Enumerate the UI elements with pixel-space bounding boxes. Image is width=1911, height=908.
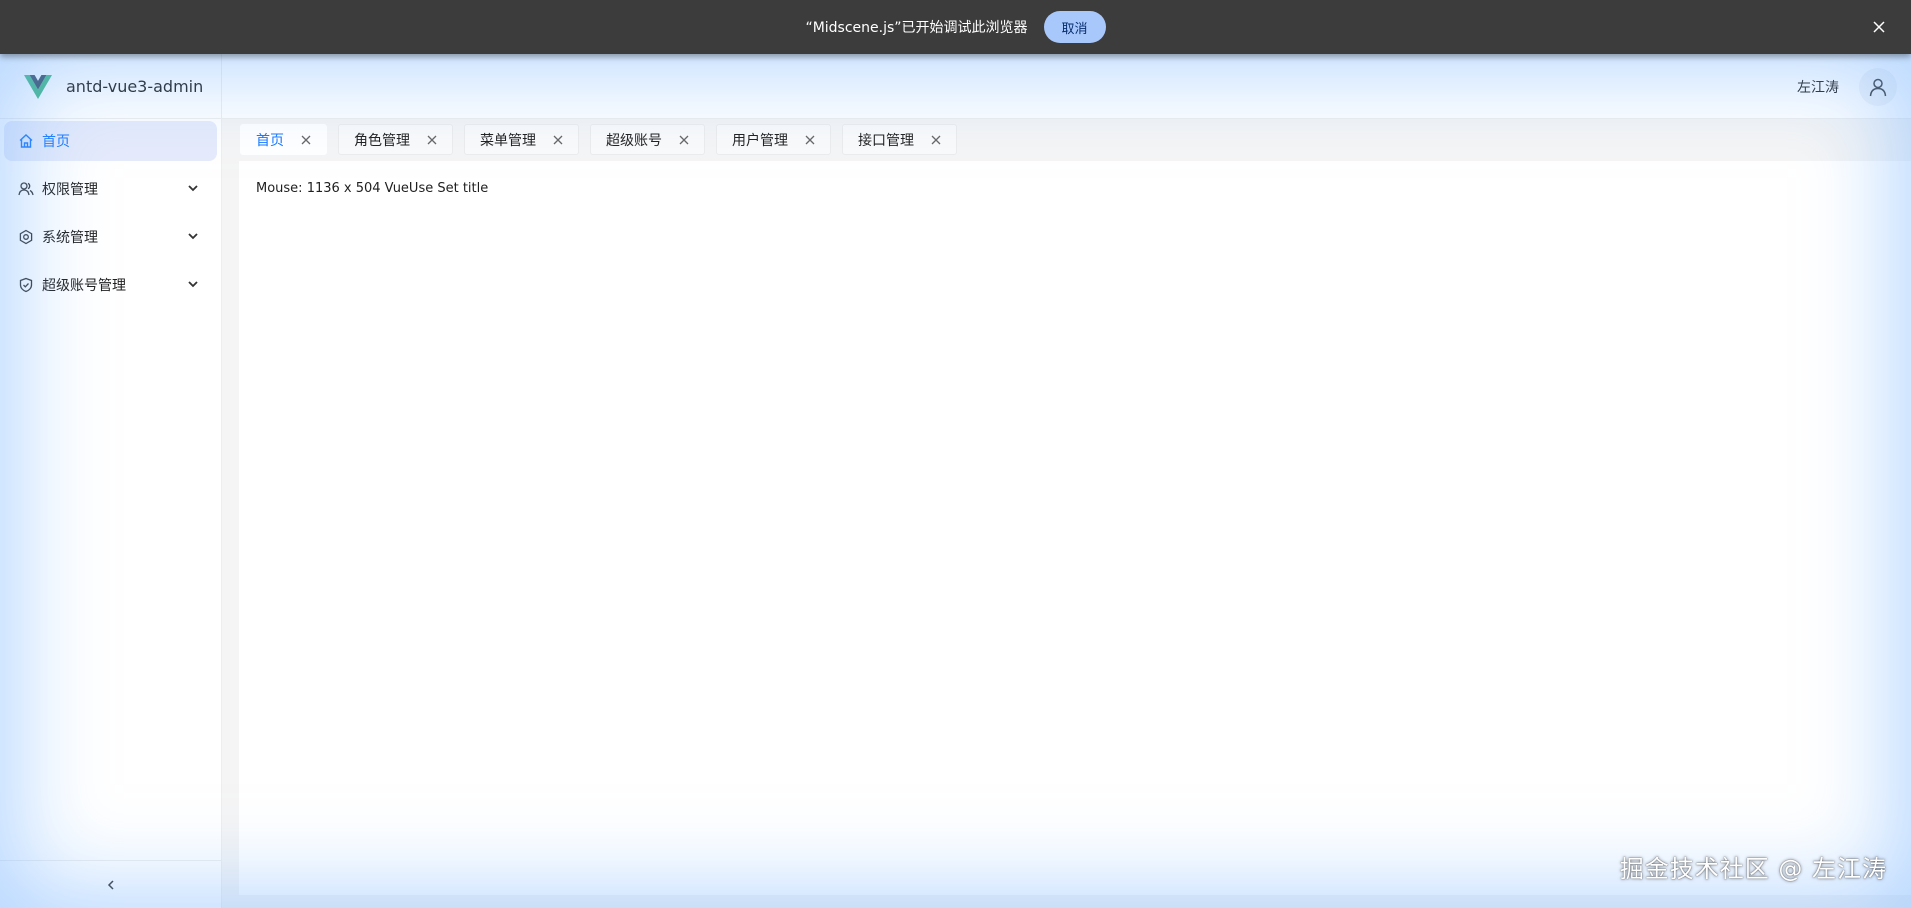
app-name: antd-vue3-admin	[66, 77, 204, 96]
tab-label: 超级账号	[606, 132, 662, 149]
tab-role-management[interactable]: 角色管理	[338, 124, 453, 155]
user-icon	[1868, 77, 1888, 97]
sidebar: 首页 权限管理 系统管理 超级账号管理	[0, 119, 222, 908]
vue-logo-icon	[24, 74, 52, 99]
tab-label: 角色管理	[354, 132, 410, 149]
close-icon[interactable]	[678, 134, 690, 146]
app-header: antd-vue3-admin 左江涛	[0, 54, 1911, 119]
close-icon[interactable]	[804, 134, 816, 146]
chevron-down-icon	[187, 230, 199, 242]
tab-menu-management[interactable]: 菜单管理	[464, 124, 579, 155]
tab-api-management[interactable]: 接口管理	[842, 124, 957, 155]
sidebar-item-label: 首页	[42, 134, 70, 150]
content-area: Mouse: 1136 x 504 VueUse Set title	[222, 161, 1911, 908]
tab-super-account[interactable]: 超级账号	[590, 124, 705, 155]
sidebar-item-permissions[interactable]: 权限管理	[4, 169, 217, 209]
sidebar-collapse-button[interactable]	[0, 860, 222, 908]
mouse-position-text: Mouse: 1136 x 504 VueUse Set title	[256, 181, 489, 196]
avatar[interactable]	[1859, 67, 1897, 106]
close-icon[interactable]	[300, 134, 312, 146]
close-icon[interactable]	[552, 134, 564, 146]
debugger-banner: “Midscene.js”已开始调试此浏览器 取消	[0, 0, 1911, 54]
chevron-down-icon	[187, 182, 199, 194]
gear-icon	[18, 229, 34, 245]
chevron-down-icon	[187, 278, 199, 290]
tab-label: 菜单管理	[480, 132, 536, 149]
sidebar-item-super-accounts[interactable]: 超级账号管理	[4, 265, 217, 305]
username[interactable]: 左江涛	[1797, 77, 1839, 97]
tab-user-management[interactable]: 用户管理	[716, 124, 831, 155]
tab-label: 用户管理	[732, 132, 788, 149]
close-icon[interactable]	[930, 134, 942, 146]
tab-label: 首页	[256, 132, 284, 149]
close-icon[interactable]	[426, 134, 438, 146]
sidebar-item-label: 系统管理	[42, 230, 98, 246]
home-icon	[18, 133, 34, 149]
chevron-left-icon	[105, 879, 117, 891]
sidebar-item-home[interactable]: 首页	[4, 121, 217, 161]
tab-label: 接口管理	[858, 132, 914, 149]
logo-area[interactable]: antd-vue3-admin	[0, 54, 222, 119]
close-icon[interactable]	[1869, 17, 1889, 37]
header-user-area: 左江涛	[1797, 54, 1897, 119]
sidebar-item-system[interactable]: 系统管理	[4, 217, 217, 257]
tab-home[interactable]: 首页	[240, 124, 327, 155]
banner-message: “Midscene.js”已开始调试此浏览器	[805, 20, 1028, 36]
tabs-bar: 首页 角色管理 菜单管理 超级账号 用户管理 接口管理	[222, 119, 1911, 161]
sidebar-item-label: 权限管理	[42, 182, 98, 198]
users-icon	[18, 181, 34, 197]
shield-icon	[18, 277, 34, 293]
cancel-debug-button[interactable]: 取消	[1043, 11, 1106, 43]
content-card: Mouse: 1136 x 504 VueUse Set title	[239, 161, 1911, 895]
sidebar-item-label: 超级账号管理	[42, 278, 126, 294]
watermark: 掘金技术社区 @ 左江涛	[1619, 855, 1887, 883]
